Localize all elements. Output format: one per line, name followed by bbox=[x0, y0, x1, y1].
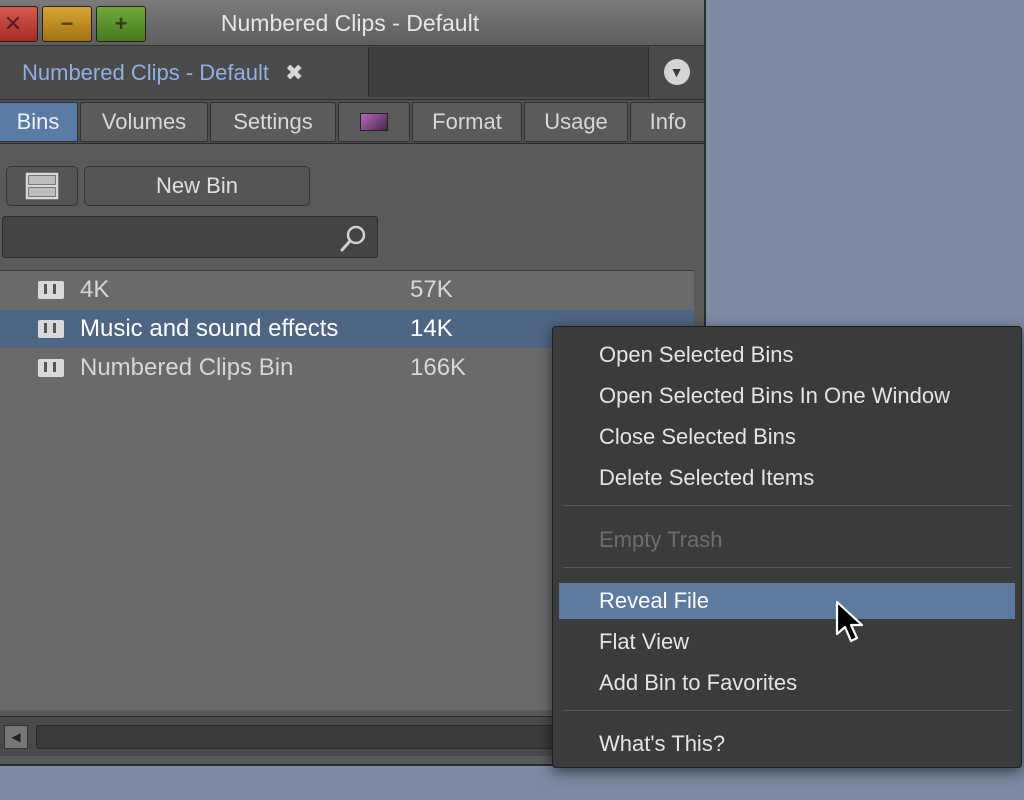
maximize-icon: + bbox=[114, 11, 128, 36]
menu-item-reveal-file[interactable]: Reveal File bbox=[559, 583, 1015, 619]
section-tabs: Bins Volumes Settings Format Usage Info bbox=[0, 100, 704, 144]
tab-bins[interactable]: Bins bbox=[0, 102, 78, 142]
menu-item-delete-selected-items[interactable]: Delete Selected Items bbox=[559, 460, 1015, 496]
menu-separator bbox=[563, 710, 1011, 711]
bin-search-field[interactable] bbox=[2, 216, 378, 258]
split-view-icon bbox=[25, 172, 59, 200]
bin-size: 14K bbox=[410, 315, 453, 342]
scroll-left-icon[interactable]: ◀ bbox=[4, 725, 28, 749]
document-tab[interactable]: Numbered Clips - Default ✖ bbox=[22, 56, 303, 90]
bin-row[interactable]: 4K 57K bbox=[0, 271, 694, 309]
bin-size: 166K bbox=[410, 354, 467, 381]
tab-close-icon[interactable]: ✖ bbox=[285, 60, 303, 86]
document-tab-label: Numbered Clips - Default bbox=[22, 60, 269, 85]
search-icon[interactable] bbox=[339, 223, 369, 253]
menu-item-empty-trash: Empty Trash bbox=[599, 527, 723, 552]
menu-item-flat-view[interactable]: Flat View bbox=[559, 624, 1015, 660]
menu-item-add-bin-to-favorites[interactable]: Add Bin to Favorites bbox=[559, 665, 1015, 701]
mouse-pointer-icon bbox=[835, 600, 864, 643]
window-minimize-button[interactable]: − bbox=[42, 6, 92, 42]
window-close-button[interactable]: ✕ bbox=[0, 6, 38, 42]
tab-menu-button[interactable]: ▼ bbox=[648, 47, 704, 97]
menu-separator bbox=[563, 567, 1011, 568]
color-swatch-icon bbox=[360, 113, 388, 131]
menu-item-close-selected-bins[interactable]: Close Selected Bins bbox=[559, 419, 1015, 455]
tab-dropdown-area: ▼ bbox=[368, 47, 704, 97]
tab-settings[interactable]: Settings bbox=[210, 102, 336, 142]
menu-separator bbox=[563, 505, 1011, 506]
window-maximize-button[interactable]: + bbox=[96, 6, 146, 42]
menu-item-open-selected-bins[interactable]: Open Selected Bins bbox=[559, 337, 1015, 373]
chevron-down-icon: ▼ bbox=[663, 59, 690, 85]
bin-icon bbox=[38, 359, 64, 377]
menu-item-whats-this[interactable]: What's This? bbox=[559, 726, 1015, 762]
tab-info[interactable]: Info bbox=[630, 102, 704, 142]
tab-color[interactable] bbox=[338, 102, 410, 142]
title-bar[interactable]: ✕ − + Numbered Clips - Default bbox=[0, 0, 704, 46]
view-toggle-button[interactable] bbox=[6, 166, 78, 206]
bin-name: Music and sound effects bbox=[80, 315, 339, 342]
bin-name: 4K bbox=[80, 276, 110, 303]
bin-icon bbox=[38, 320, 64, 338]
bin-icon bbox=[38, 281, 64, 299]
bin-name: Numbered Clips Bin bbox=[80, 354, 294, 381]
window-title: Numbered Clips - Default bbox=[220, 9, 480, 36]
bin-size: 57K bbox=[410, 276, 453, 303]
context-menu: Open Selected Bins Open Selected Bins In… bbox=[552, 326, 1022, 768]
tab-usage[interactable]: Usage bbox=[524, 102, 628, 142]
minimize-icon: − bbox=[60, 11, 74, 36]
close-icon: ✕ bbox=[3, 11, 23, 36]
tab-volumes[interactable]: Volumes bbox=[80, 102, 208, 142]
bin-toolbar: New Bin bbox=[0, 160, 704, 210]
new-bin-button[interactable]: New Bin bbox=[84, 166, 310, 206]
tab-format[interactable]: Format bbox=[412, 102, 522, 142]
menu-item-open-in-one-window[interactable]: Open Selected Bins In One Window bbox=[559, 378, 1015, 414]
